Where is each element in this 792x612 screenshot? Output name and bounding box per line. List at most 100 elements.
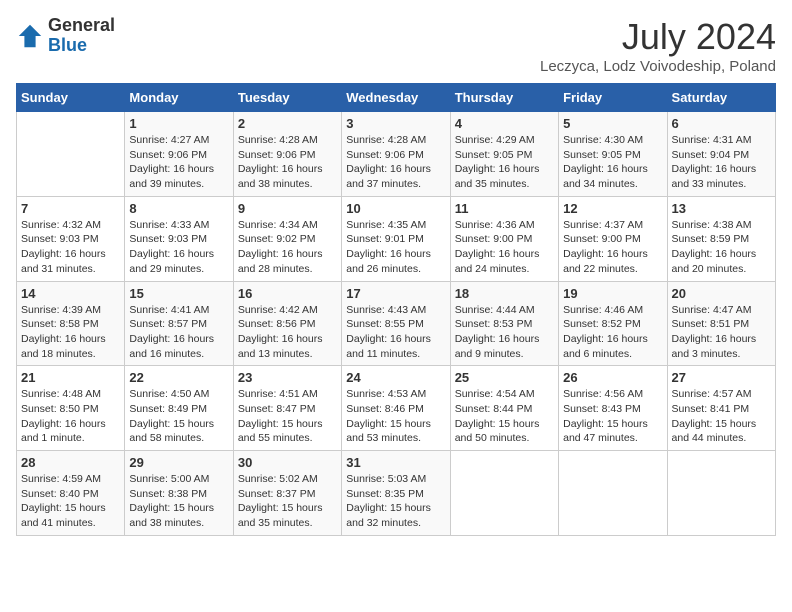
day-cell: 16 Sunrise: 4:42 AMSunset: 8:56 PMDaylig…: [233, 281, 341, 366]
day-number: 31: [346, 455, 445, 470]
day-cell: 9 Sunrise: 4:34 AMSunset: 9:02 PMDayligh…: [233, 196, 341, 281]
day-number: 29: [129, 455, 228, 470]
day-cell: 4 Sunrise: 4:29 AMSunset: 9:05 PMDayligh…: [450, 112, 558, 197]
day-cell: 30 Sunrise: 5:02 AMSunset: 8:37 PMDaylig…: [233, 451, 341, 536]
day-cell: 8 Sunrise: 4:33 AMSunset: 9:03 PMDayligh…: [125, 196, 233, 281]
day-cell: 6 Sunrise: 4:31 AMSunset: 9:04 PMDayligh…: [667, 112, 775, 197]
day-number: 18: [455, 286, 554, 301]
day-number: 14: [21, 286, 120, 301]
cell-info: Sunrise: 4:53 AMSunset: 8:46 PMDaylight:…: [346, 387, 445, 446]
cell-info: Sunrise: 4:51 AMSunset: 8:47 PMDaylight:…: [238, 387, 337, 446]
cell-info: Sunrise: 4:43 AMSunset: 8:55 PMDaylight:…: [346, 303, 445, 362]
day-cell: 1 Sunrise: 4:27 AMSunset: 9:06 PMDayligh…: [125, 112, 233, 197]
day-cell: 21 Sunrise: 4:48 AMSunset: 8:50 PMDaylig…: [17, 366, 125, 451]
day-number: 20: [672, 286, 771, 301]
cell-info: Sunrise: 4:38 AMSunset: 8:59 PMDaylight:…: [672, 218, 771, 277]
day-number: 25: [455, 370, 554, 385]
header-day-wednesday: Wednesday: [342, 84, 450, 112]
day-number: 16: [238, 286, 337, 301]
day-cell: [559, 451, 667, 536]
cell-info: Sunrise: 4:41 AMSunset: 8:57 PMDaylight:…: [129, 303, 228, 362]
day-number: 3: [346, 116, 445, 131]
header-day-tuesday: Tuesday: [233, 84, 341, 112]
day-cell: 19 Sunrise: 4:46 AMSunset: 8:52 PMDaylig…: [559, 281, 667, 366]
header-day-sunday: Sunday: [17, 84, 125, 112]
day-cell: 29 Sunrise: 5:00 AMSunset: 8:38 PMDaylig…: [125, 451, 233, 536]
day-cell: 3 Sunrise: 4:28 AMSunset: 9:06 PMDayligh…: [342, 112, 450, 197]
header-day-monday: Monday: [125, 84, 233, 112]
cell-info: Sunrise: 4:31 AMSunset: 9:04 PMDaylight:…: [672, 133, 771, 192]
cell-info: Sunrise: 4:35 AMSunset: 9:01 PMDaylight:…: [346, 218, 445, 277]
cell-info: Sunrise: 4:50 AMSunset: 8:49 PMDaylight:…: [129, 387, 228, 446]
day-cell: 17 Sunrise: 4:43 AMSunset: 8:55 PMDaylig…: [342, 281, 450, 366]
logo-icon: [16, 22, 44, 50]
day-cell: 24 Sunrise: 4:53 AMSunset: 8:46 PMDaylig…: [342, 366, 450, 451]
day-cell: 14 Sunrise: 4:39 AMSunset: 8:58 PMDaylig…: [17, 281, 125, 366]
cell-info: Sunrise: 4:29 AMSunset: 9:05 PMDaylight:…: [455, 133, 554, 192]
calendar-body: 1 Sunrise: 4:27 AMSunset: 9:06 PMDayligh…: [17, 112, 776, 536]
cell-info: Sunrise: 4:47 AMSunset: 8:51 PMDaylight:…: [672, 303, 771, 362]
calendar-header-row: SundayMondayTuesdayWednesdayThursdayFrid…: [17, 84, 776, 112]
week-row-3: 14 Sunrise: 4:39 AMSunset: 8:58 PMDaylig…: [17, 281, 776, 366]
logo-blue: Blue: [48, 36, 115, 56]
day-number: 19: [563, 286, 662, 301]
month-title: July 2024: [540, 16, 776, 58]
day-number: 2: [238, 116, 337, 131]
day-cell: 28 Sunrise: 4:59 AMSunset: 8:40 PMDaylig…: [17, 451, 125, 536]
day-number: 8: [129, 201, 228, 216]
day-number: 21: [21, 370, 120, 385]
week-row-1: 1 Sunrise: 4:27 AMSunset: 9:06 PMDayligh…: [17, 112, 776, 197]
day-cell: 2 Sunrise: 4:28 AMSunset: 9:06 PMDayligh…: [233, 112, 341, 197]
location-subtitle: Leczyca, Lodz Voivodeship, Poland: [540, 58, 776, 75]
cell-info: Sunrise: 4:59 AMSunset: 8:40 PMDaylight:…: [21, 472, 120, 531]
day-cell: 27 Sunrise: 4:57 AMSunset: 8:41 PMDaylig…: [667, 366, 775, 451]
day-number: 24: [346, 370, 445, 385]
day-cell: [17, 112, 125, 197]
day-cell: [450, 451, 558, 536]
day-number: 26: [563, 370, 662, 385]
day-cell: 15 Sunrise: 4:41 AMSunset: 8:57 PMDaylig…: [125, 281, 233, 366]
day-cell: 11 Sunrise: 4:36 AMSunset: 9:00 PMDaylig…: [450, 196, 558, 281]
day-cell: 12 Sunrise: 4:37 AMSunset: 9:00 PMDaylig…: [559, 196, 667, 281]
day-cell: 10 Sunrise: 4:35 AMSunset: 9:01 PMDaylig…: [342, 196, 450, 281]
day-cell: [667, 451, 775, 536]
day-number: 5: [563, 116, 662, 131]
day-number: 22: [129, 370, 228, 385]
cell-info: Sunrise: 4:37 AMSunset: 9:00 PMDaylight:…: [563, 218, 662, 277]
day-cell: 20 Sunrise: 4:47 AMSunset: 8:51 PMDaylig…: [667, 281, 775, 366]
cell-info: Sunrise: 5:02 AMSunset: 8:37 PMDaylight:…: [238, 472, 337, 531]
cell-info: Sunrise: 4:33 AMSunset: 9:03 PMDaylight:…: [129, 218, 228, 277]
header: General Blue July 2024 Leczyca, Lodz Voi…: [16, 16, 776, 75]
header-day-friday: Friday: [559, 84, 667, 112]
day-cell: 5 Sunrise: 4:30 AMSunset: 9:05 PMDayligh…: [559, 112, 667, 197]
cell-info: Sunrise: 4:34 AMSunset: 9:02 PMDaylight:…: [238, 218, 337, 277]
cell-info: Sunrise: 4:44 AMSunset: 8:53 PMDaylight:…: [455, 303, 554, 362]
cell-info: Sunrise: 4:28 AMSunset: 9:06 PMDaylight:…: [346, 133, 445, 192]
logo-text: General Blue: [48, 16, 115, 56]
day-cell: 22 Sunrise: 4:50 AMSunset: 8:49 PMDaylig…: [125, 366, 233, 451]
cell-info: Sunrise: 4:39 AMSunset: 8:58 PMDaylight:…: [21, 303, 120, 362]
cell-info: Sunrise: 4:48 AMSunset: 8:50 PMDaylight:…: [21, 387, 120, 446]
day-number: 17: [346, 286, 445, 301]
day-number: 9: [238, 201, 337, 216]
logo: General Blue: [16, 16, 115, 56]
cell-info: Sunrise: 4:30 AMSunset: 9:05 PMDaylight:…: [563, 133, 662, 192]
day-number: 4: [455, 116, 554, 131]
day-number: 1: [129, 116, 228, 131]
day-number: 6: [672, 116, 771, 131]
cell-info: Sunrise: 4:46 AMSunset: 8:52 PMDaylight:…: [563, 303, 662, 362]
day-number: 28: [21, 455, 120, 470]
day-cell: 18 Sunrise: 4:44 AMSunset: 8:53 PMDaylig…: [450, 281, 558, 366]
cell-info: Sunrise: 4:42 AMSunset: 8:56 PMDaylight:…: [238, 303, 337, 362]
cell-info: Sunrise: 4:32 AMSunset: 9:03 PMDaylight:…: [21, 218, 120, 277]
logo-general: General: [48, 16, 115, 36]
cell-info: Sunrise: 5:00 AMSunset: 8:38 PMDaylight:…: [129, 472, 228, 531]
day-cell: 31 Sunrise: 5:03 AMSunset: 8:35 PMDaylig…: [342, 451, 450, 536]
week-row-4: 21 Sunrise: 4:48 AMSunset: 8:50 PMDaylig…: [17, 366, 776, 451]
day-number: 7: [21, 201, 120, 216]
title-area: July 2024 Leczyca, Lodz Voivodeship, Pol…: [540, 16, 776, 75]
day-number: 12: [563, 201, 662, 216]
day-number: 15: [129, 286, 228, 301]
week-row-5: 28 Sunrise: 4:59 AMSunset: 8:40 PMDaylig…: [17, 451, 776, 536]
day-number: 13: [672, 201, 771, 216]
